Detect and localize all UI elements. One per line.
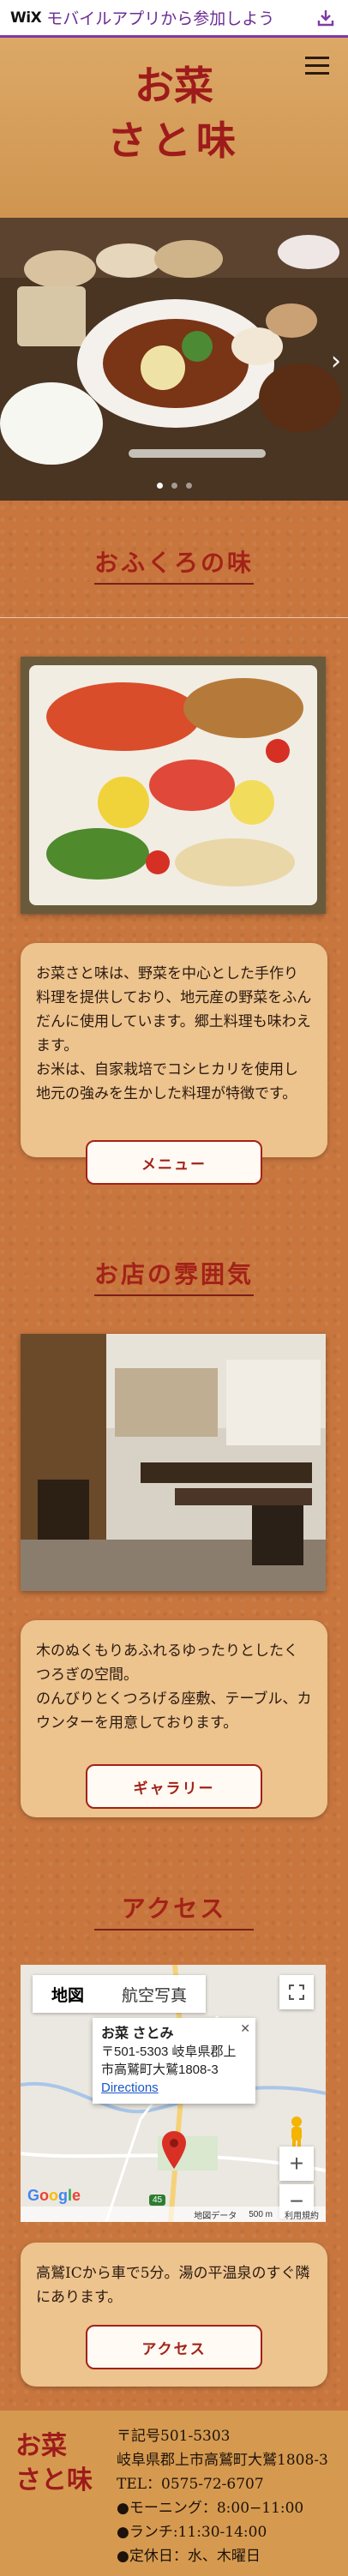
map-pin-icon[interactable] — [161, 2131, 187, 2169]
slide-dot[interactable] — [156, 483, 163, 489]
fullscreen-icon[interactable] — [279, 1975, 314, 2009]
section-title-home-cooking: おふくろの味 — [93, 549, 254, 577]
title-underline — [94, 1294, 254, 1296]
site-logo-line1[interactable]: お菜 — [0, 60, 348, 111]
map-footer: 地図データ 500 m 利用規約 — [21, 2207, 326, 2222]
access-text: 高鷲ICから車で5分。湯の平温泉のすぐ隣にあります。 — [36, 2265, 310, 2306]
info-address: 〒501-5303 岐阜県郡上市高鷲町大鷲1808-3 — [101, 2045, 237, 2077]
google-logo: Google — [27, 2187, 81, 2204]
footer-info: 〒記号501-5303 岐阜県郡上市高鷲町大鷲1808-3 TEL：0575-7… — [117, 2424, 328, 2568]
tab-satellite[interactable]: 航空写真 — [103, 1975, 206, 2013]
pegman-icon[interactable] — [286, 2116, 307, 2150]
directions-link[interactable]: Directions — [101, 2081, 159, 2095]
menu-button[interactable]: メニュー — [86, 1140, 262, 1185]
hero-slideshow[interactable]: › — [0, 218, 348, 501]
interior-photo — [21, 1334, 326, 1591]
map-data-label[interactable]: 地図データ — [194, 2208, 237, 2221]
title-underline — [94, 583, 254, 585]
atmosphere-text: 木のぬくもりあふれるゆったりとしたくつろぎの空間。 のんびりとくつろげる座敷、テ… — [36, 1642, 312, 1732]
title-underline — [94, 1929, 254, 1930]
footer-morning-hours: ●モーニング：8:00−11:00 — [117, 2500, 304, 2517]
wix-banner-text[interactable]: モバイルアプリから参加しよう — [46, 6, 314, 29]
slide-dot[interactable] — [185, 483, 192, 489]
footer-logo-line2: さと味 — [15, 2465, 93, 2495]
site-footer: お菜 さと味 〒記号501-5303 岐阜県郡上市高鷲町大鷲1808-3 TEL… — [0, 2411, 348, 2576]
info-place-name: お菜 さとみ — [101, 2027, 174, 2041]
map-type-tabs: 地図 航空写真 — [33, 1975, 207, 2013]
wix-app-banner[interactable]: WiX モバイルアプリから参加しよう — [0, 0, 348, 38]
map-terms-link[interactable]: 利用規約 — [285, 2208, 319, 2221]
footer-holiday: ●定休日：水、木曜日 — [117, 2548, 261, 2565]
footer-lunch-hours: ●ランチ:11:30-14:00 — [117, 2524, 267, 2541]
footer-tel[interactable]: TEL：0575-72-6707 — [117, 2472, 328, 2496]
wix-logo: WiX — [10, 9, 42, 27]
road-number-badge: 45 — [149, 2195, 166, 2206]
zoom-in-button[interactable]: + — [279, 2147, 314, 2181]
intro-card: お菜さと味は、野菜を中心とした手作り料理を提供しており、地元産の野菜をふんだんに… — [21, 943, 327, 1157]
chevron-right-icon[interactable]: › — [331, 346, 341, 376]
map-info-window: ✕ お菜 さとみ 〒501-5303 岐阜県郡上市高鷲町大鷲1808-3 Dir… — [93, 2018, 255, 2104]
section-divider — [0, 617, 348, 618]
footer-address: 岐阜県郡上市高鷲町大鷲1808-3 — [117, 2452, 328, 2469]
map-scale: 500 m — [249, 2209, 273, 2219]
tab-map[interactable]: 地図 — [33, 1975, 103, 2013]
close-icon[interactable]: ✕ — [240, 2020, 250, 2038]
footer-postal: 〒記号501-5303 — [117, 2428, 231, 2445]
slide-indicators — [0, 483, 348, 489]
hero-food-image — [0, 218, 348, 501]
download-icon[interactable] — [314, 6, 338, 30]
google-map[interactable]: 地図 航空写真 ✕ お菜 さとみ 〒501-5303 岐阜県郡上市高鷲町大鷲18… — [21, 1965, 326, 2222]
gallery-button[interactable]: ギャラリー — [86, 1764, 262, 1809]
section-title-atmosphere: お店の雰囲気 — [93, 1260, 254, 1288]
dish-photo — [21, 657, 326, 914]
site-logo-line2[interactable]: さと味 — [0, 115, 348, 166]
section-title-access: アクセス — [121, 1894, 227, 1923]
hamburger-icon[interactable] — [305, 57, 329, 75]
intro-text: お菜さと味は、野菜を中心とした手作り料理を提供しており、地元産の野菜をふんだんに… — [36, 965, 312, 1102]
access-button[interactable]: アクセス — [86, 2325, 262, 2369]
slide-dot[interactable] — [171, 483, 177, 489]
footer-logo-line1: お菜 — [15, 2431, 67, 2461]
site-header: お菜 さと味 — [0, 38, 348, 218]
